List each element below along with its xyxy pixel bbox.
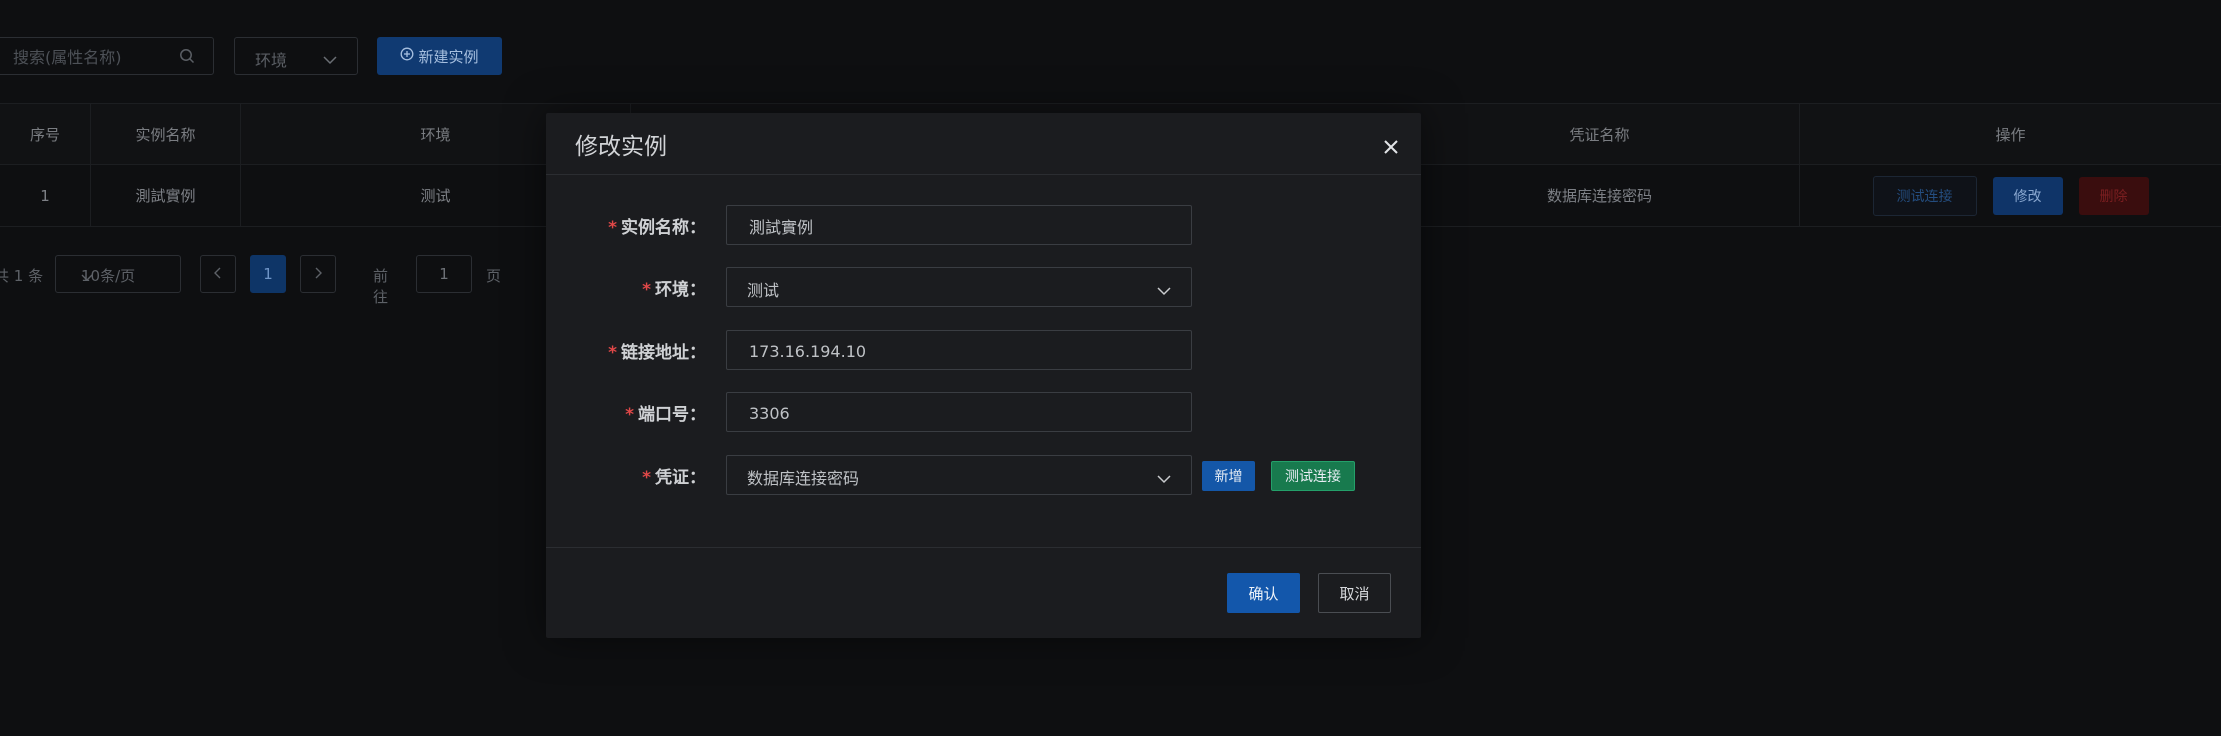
total-count: 共 1 条: [0, 267, 44, 285]
dialog-header: 修改实例: [546, 113, 1421, 175]
edit-button[interactable]: 修改: [1992, 176, 2063, 215]
env-value: 测试: [747, 281, 780, 300]
name-field[interactable]: [726, 205, 1192, 246]
address-field[interactable]: [726, 330, 1192, 371]
new-instance-label: 新建实例: [418, 47, 479, 66]
dialog-test-connection-button[interactable]: 测试连接: [1271, 461, 1355, 491]
close-icon[interactable]: [1383, 139, 1399, 155]
search-icon[interactable]: [179, 48, 195, 68]
page: 环境 新建实例 序号 实例名称 环境 凭证名称 操作 1 測試實例 测试 数据库…: [0, 0, 2221, 736]
port-input[interactable]: [747, 393, 1171, 433]
dialog-footer: 确认 取消: [546, 547, 1421, 639]
env-filter-placeholder: 环境: [255, 51, 288, 70]
chevron-down-icon: [1157, 281, 1171, 300]
env-select[interactable]: 测试: [726, 267, 1192, 307]
header-actions: 操作: [1995, 125, 2026, 144]
form-row-port: * 端口号：: [546, 392, 1421, 433]
prev-page-button[interactable]: [200, 255, 236, 293]
credential-label: * 凭证：: [642, 468, 706, 488]
page-number-button[interactable]: 1: [250, 255, 286, 293]
port-label: * 端口号：: [625, 405, 706, 425]
row-credential: 数据库连接密码: [1400, 165, 1800, 226]
credential-select[interactable]: 数据库连接密码: [726, 455, 1192, 495]
credential-value: 数据库连接密码: [747, 469, 860, 488]
address-label: * 链接地址：: [608, 343, 706, 363]
chevron-down-icon: [81, 268, 166, 286]
env-label: * 环境：: [642, 280, 706, 300]
form-row-env: * 环境： 测试: [546, 267, 1421, 307]
chevron-down-icon: [1157, 469, 1171, 488]
row-index: 1: [0, 165, 91, 226]
form-row-address: * 链接地址：: [546, 330, 1421, 371]
goto-label: 前往: [373, 267, 389, 306]
header-name: 实例名称: [91, 104, 241, 164]
search-box[interactable]: [0, 37, 214, 76]
goto-page-input[interactable]: 1: [416, 255, 472, 293]
chevron-left-icon: [214, 265, 222, 283]
test-connection-button[interactable]: 测试连接: [1872, 175, 1977, 216]
dialog-title: 修改实例: [575, 134, 667, 160]
header-index: 序号: [0, 104, 91, 164]
new-instance-button[interactable]: 新建实例: [377, 37, 502, 75]
cancel-button[interactable]: 取消: [1318, 573, 1391, 613]
search-input[interactable]: [11, 38, 175, 76]
edit-instance-dialog: 修改实例 *实例名称： *环境： 测试 *链接地址：: [546, 113, 1421, 638]
chevron-right-icon: [314, 265, 322, 283]
row-actions: 测试连接 修改 删除: [1800, 165, 2221, 226]
confirm-button[interactable]: 确认: [1227, 573, 1300, 613]
name-label: * 实例名称：: [608, 218, 706, 238]
port-field[interactable]: [726, 392, 1192, 433]
row-name: 測試實例: [91, 165, 241, 226]
chevron-down-icon: [323, 50, 337, 69]
env-filter-select[interactable]: 环境: [234, 37, 358, 75]
plus-circle-icon: [400, 47, 414, 65]
page-suffix: 页: [486, 267, 502, 285]
next-page-button[interactable]: [300, 255, 336, 293]
address-input[interactable]: [747, 331, 1171, 371]
form-row-credential: * 凭证： 数据库连接密码 新增 测试连接: [546, 455, 1421, 495]
add-credential-button[interactable]: 新增: [1202, 461, 1255, 491]
header-credential: 凭证名称: [1400, 104, 1800, 164]
page-size-select[interactable]: 10条/页: [55, 255, 181, 293]
delete-button[interactable]: 删除: [2078, 176, 2149, 215]
form-row-name: * 实例名称：: [546, 205, 1421, 246]
name-input[interactable]: [747, 206, 1171, 246]
